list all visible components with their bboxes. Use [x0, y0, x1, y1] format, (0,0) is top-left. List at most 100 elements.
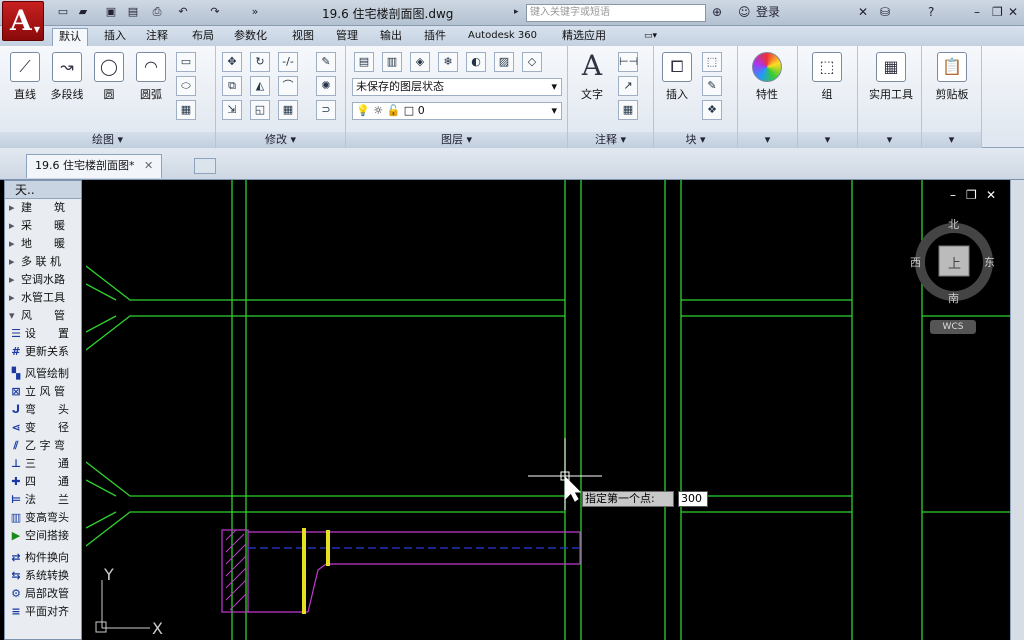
dynamic-input-field[interactable]: 300 [678, 491, 708, 507]
tool-offset-bend[interactable]: ⫽ 乙 字 弯 [5, 437, 81, 455]
create-block-icon[interactable]: ⬚ [702, 52, 722, 72]
document-tab[interactable]: 19.6 住宅楼剖面图* ✕ [26, 154, 163, 178]
clipboard-panel-title[interactable]: ▾ [922, 132, 981, 148]
compass-south[interactable]: 南 [948, 292, 959, 305]
tab-annotate[interactable]: 注释 [140, 28, 174, 46]
open-icon[interactable]: ▰ [76, 5, 90, 19]
tab-layout[interactable]: 布局 [186, 28, 220, 46]
layer-state-dropdown[interactable]: 未保存的图层状态 ▾ [352, 78, 562, 96]
tool-palette-header[interactable]: 天.. [5, 181, 81, 199]
dimension-icon[interactable]: ⊢⊣ [618, 52, 638, 72]
draw-panel-title[interactable]: 绘图 ▾ [0, 132, 215, 148]
layer-unisolate-icon[interactable]: ◇ [522, 52, 542, 72]
search-arrow-icon[interactable]: ▸ [514, 4, 519, 20]
tool-component-reverse[interactable]: ⇄ 构件换向 [5, 549, 81, 567]
user-icon[interactable]: ☺ [738, 4, 751, 20]
drawing-canvas[interactable]: Y X 上 北 南 东 西 WCS – ❐ ✕ [86, 180, 1024, 640]
arc-tool[interactable]: ◠ 圆弧 [130, 52, 172, 102]
polyline-tool[interactable]: ↝ 多段线 [46, 52, 88, 102]
ellipse-icon[interactable]: ⬭ [176, 76, 196, 96]
hatch-icon[interactable]: ▦ [176, 100, 196, 120]
undo-icon[interactable]: ↶ [176, 5, 190, 19]
restore-icon[interactable]: ❐ [992, 4, 1003, 20]
explode-icon[interactable]: ✺ [316, 76, 336, 96]
scale-icon[interactable]: ◱ [250, 100, 270, 120]
ribbon-minimize-toggle[interactable]: ▭▾ [638, 28, 663, 46]
print-icon[interactable]: ⎙ [150, 5, 164, 19]
properties-panel-title[interactable]: ▾ [738, 132, 797, 148]
layer-isolate-icon[interactable]: ◈ [410, 52, 430, 72]
mirror-icon[interactable]: ◭ [250, 76, 270, 96]
new-tab-icon[interactable] [194, 158, 216, 174]
tab-manage[interactable]: 管理 [330, 28, 364, 46]
close-tab-icon[interactable]: ✕ [144, 159, 153, 172]
groups-panel-title[interactable]: ▾ [798, 132, 857, 148]
minimize-icon[interactable]: – [974, 4, 980, 20]
table-icon[interactable]: ▦ [618, 100, 638, 120]
line-tool[interactable]: ⟋ 直线 [4, 52, 46, 102]
tab-view[interactable]: 视图 [286, 28, 320, 46]
tool-update-relations[interactable]: # 更新关系 [5, 343, 81, 361]
rectangle-icon[interactable]: ▭ [176, 52, 196, 72]
category-pipe-tools[interactable]: ▸ 水管工具 [5, 289, 81, 307]
stretch-icon[interactable]: ⇲ [222, 100, 242, 120]
array-icon[interactable]: ▦ [278, 100, 298, 120]
category-ductwork[interactable]: ▾ 风 管 [5, 307, 81, 325]
login-link[interactable]: 登录 [756, 4, 780, 20]
redo-icon[interactable]: ↷ [208, 5, 222, 19]
category-floor-heating[interactable]: ▸ 地 暖 [5, 235, 81, 253]
block-panel-title[interactable]: 块 ▾ [654, 132, 737, 148]
search-input[interactable]: 键入关键字或短语 [526, 4, 706, 22]
category-heating[interactable]: ▸ 采 暖 [5, 217, 81, 235]
utilities-panel-title[interactable]: ▾ [858, 132, 921, 148]
layers-panel-title[interactable]: 图层 ▾ [346, 132, 567, 148]
tool-local-modify[interactable]: ⚙ 局部改管 [5, 585, 81, 603]
erase-icon[interactable]: ✎ [316, 52, 336, 72]
move-icon[interactable]: ✥ [222, 52, 242, 72]
layer-properties-icon[interactable]: ▤ [354, 52, 374, 72]
tool-settings[interactable]: ☰ 设 置 [5, 325, 81, 343]
close-icon[interactable]: ✕ [1008, 4, 1018, 20]
vertical-scrollbar[interactable] [1010, 180, 1024, 640]
group-tool[interactable]: ⬚ 组 [806, 52, 848, 102]
compass-east[interactable]: 东 [984, 256, 995, 269]
drawing-svg[interactable]: Y X 上 北 南 东 西 [86, 180, 1024, 640]
fillet-icon[interactable]: ⌒ [278, 76, 298, 96]
tab-featured-apps[interactable]: 精选应用 [556, 28, 612, 46]
tool-reducer[interactable]: ⋖ 变 径 [5, 419, 81, 437]
compass-west[interactable]: 西 [910, 256, 921, 269]
properties-tool[interactable]: 特性 [746, 52, 788, 102]
leader-icon[interactable]: ↗ [618, 76, 638, 96]
annotation-panel-title[interactable]: 注释 ▾ [568, 132, 653, 148]
tool-cross[interactable]: ✚ 四 通 [5, 473, 81, 491]
tool-system-convert[interactable]: ⇆ 系统转换 [5, 567, 81, 585]
viewport-restore-icon[interactable]: ❐ [966, 188, 977, 202]
exchange-icon[interactable]: ✕ [858, 4, 868, 20]
tool-duct-draw[interactable]: ▚ 风管绘制 [5, 365, 81, 383]
tool-elbow[interactable]: ᒍ弯 头 [5, 401, 81, 419]
insert-block-tool[interactable]: ⧠ 插入 [656, 52, 698, 102]
tab-autodesk-360[interactable]: Autodesk 360 [462, 28, 543, 46]
clipboard-tool[interactable]: 📋 剪贴板 [926, 52, 978, 102]
offset-icon[interactable]: ⊃ [316, 100, 336, 120]
tab-default[interactable]: 默认 [52, 28, 88, 46]
copy-icon[interactable]: ⧉ [222, 76, 242, 96]
tab-parametric[interactable]: 参数化 [228, 28, 273, 46]
tool-tee[interactable]: ⊥ 三 通 [5, 455, 81, 473]
category-building[interactable]: ▸ 建 筑 [5, 199, 81, 217]
circle-tool[interactable]: ◯ 圆 [88, 52, 130, 102]
save-as-icon[interactable]: ▤ [126, 5, 140, 19]
layer-off-icon[interactable]: ◐ [466, 52, 486, 72]
rotate-icon[interactable]: ↻ [250, 52, 270, 72]
more-icon[interactable]: » [248, 5, 262, 19]
tab-insert[interactable]: 插入 [98, 28, 132, 46]
network-icon[interactable]: ⛁ [880, 4, 890, 20]
category-multi-split[interactable]: ▸ 多 联 机 [5, 253, 81, 271]
tool-flange[interactable]: ⊨ 法 兰 [5, 491, 81, 509]
modify-panel-title[interactable]: 修改 ▾ [216, 132, 345, 148]
new-icon[interactable]: ▭ [56, 5, 70, 19]
layer-dropdown[interactable]: 💡 ☼ 🔓 □ 0 ▾ [352, 102, 562, 120]
tool-plane-align[interactable]: ≡ 平面对齐 [5, 603, 81, 621]
viewport-close-icon[interactable]: ✕ [986, 188, 996, 202]
save-icon[interactable]: ▣ [104, 5, 118, 19]
